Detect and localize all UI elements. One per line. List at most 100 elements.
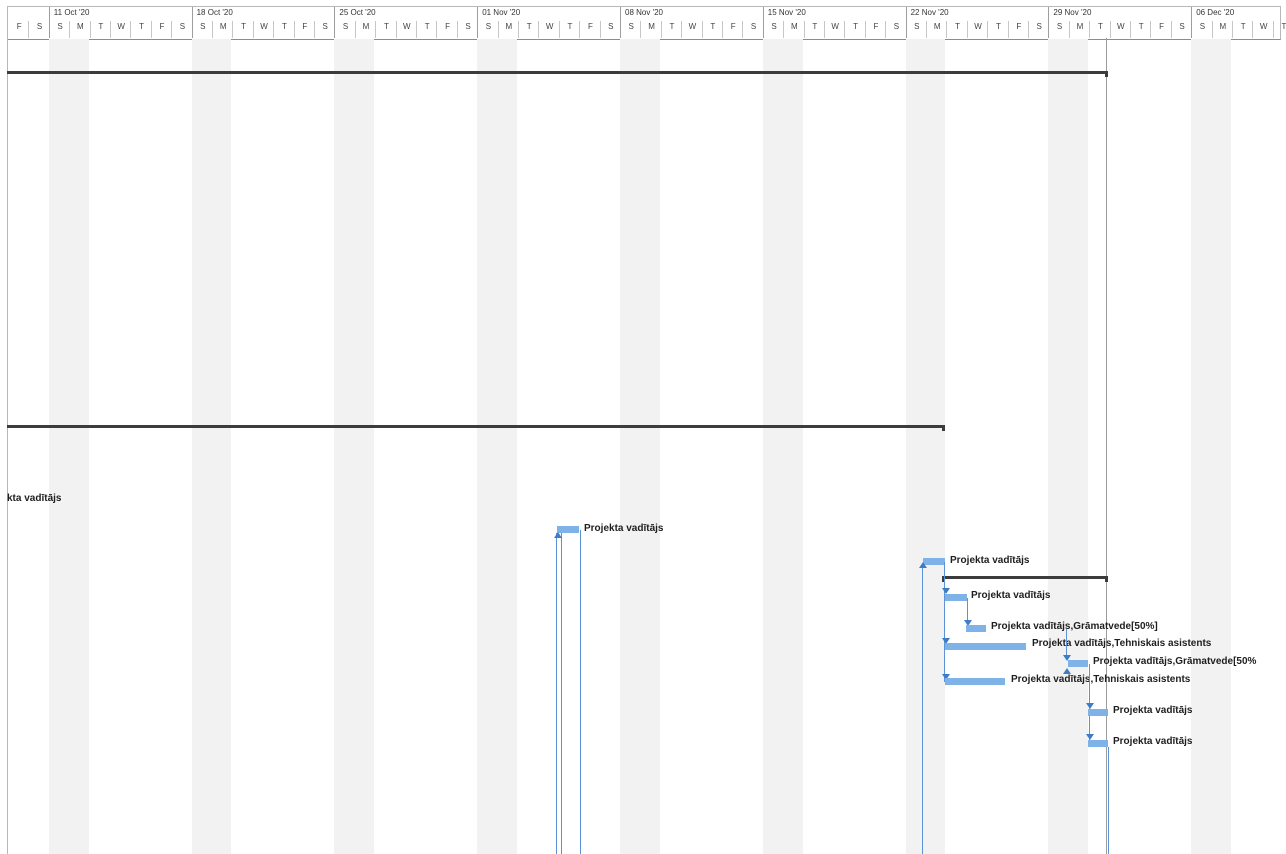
task-bar[interactable] (1068, 660, 1088, 667)
task-bar[interactable] (966, 625, 986, 632)
day-label: T (98, 22, 104, 31)
link-line (561, 533, 562, 854)
day-divider (212, 21, 213, 38)
weekend-band (477, 39, 517, 854)
status-date-line (1106, 38, 1107, 854)
day-divider (803, 21, 805, 38)
day-divider (558, 21, 560, 38)
day-divider (1232, 21, 1233, 38)
day-divider (742, 21, 744, 38)
task-bar[interactable] (945, 678, 1005, 685)
day-label: F (445, 22, 451, 31)
summary-bar[interactable] (7, 71, 1107, 74)
week-divider (477, 7, 479, 38)
day-divider (538, 21, 540, 38)
link-arrow-icon (554, 532, 562, 538)
day-label: S (1056, 22, 1063, 31)
weekend-band (905, 39, 946, 854)
day-divider (966, 21, 968, 38)
gantt-chart: FSSMTWTFSSMTWTFSSMTWTFSSMTWTFSSMTWTFSSMT… (0, 0, 1286, 854)
day-divider (1109, 21, 1111, 38)
day-divider (1150, 21, 1152, 38)
day-divider (110, 21, 111, 38)
day-label: W (545, 22, 554, 31)
day-label: S (914, 22, 920, 31)
day-label: S (1179, 22, 1185, 31)
summary-bar[interactable] (7, 425, 945, 428)
day-divider (171, 21, 173, 38)
day-divider (28, 21, 30, 38)
day-label: T (710, 22, 716, 31)
day-label: W (403, 22, 411, 31)
day-divider (722, 21, 723, 38)
day-label: T (281, 22, 287, 31)
day-divider (314, 21, 315, 38)
day-label: F (1159, 22, 1165, 31)
day-label: T (812, 22, 818, 31)
task-bar[interactable] (945, 643, 1026, 650)
week-label: 15 Nov '20 (767, 8, 806, 17)
day-label: W (831, 22, 839, 31)
task-bar[interactable] (1088, 709, 1108, 716)
day-divider (273, 21, 275, 38)
task-bar[interactable] (1088, 740, 1108, 747)
resource-label: Projekta vadītājs (584, 523, 664, 534)
day-label: T (995, 22, 1001, 31)
day-label: S (179, 22, 186, 31)
week-divider (905, 7, 907, 38)
day-divider (1272, 21, 1274, 38)
day-label: W (260, 22, 268, 31)
week-divider (620, 7, 621, 38)
day-label: F (302, 22, 308, 31)
day-label: S (893, 22, 900, 31)
day-divider (1130, 21, 1131, 38)
task-bar[interactable] (945, 594, 967, 601)
link-line (944, 562, 945, 682)
resource-label: Projekta vadītājs (971, 590, 1051, 601)
day-divider (395, 21, 397, 38)
week-label: 08 Nov '20 (625, 8, 663, 17)
summary-bar[interactable] (942, 576, 1107, 579)
week-label: 11 Oct '20 (53, 8, 90, 17)
day-label: T (241, 22, 247, 31)
day-label: W (117, 22, 125, 31)
day-label: W (1259, 22, 1268, 31)
day-label: S (200, 22, 206, 31)
day-divider (681, 21, 683, 38)
day-divider (1252, 21, 1254, 38)
day-divider (987, 21, 989, 38)
weekend-band (620, 39, 660, 854)
day-divider (375, 21, 377, 38)
day-label: T (383, 22, 389, 31)
week-label: 25 Oct '20 (339, 8, 376, 17)
week-label: 18 Oct '20 (196, 8, 233, 17)
day-divider (844, 21, 846, 38)
day-label: T (424, 22, 430, 31)
day-divider (89, 21, 91, 38)
day-divider (864, 21, 866, 38)
weekend-band (334, 39, 375, 854)
day-label: T (669, 22, 675, 31)
day-divider (1170, 21, 1172, 38)
day-label: S (1199, 22, 1206, 31)
day-label: S (322, 22, 328, 31)
day-divider (701, 21, 703, 38)
day-label: M (77, 22, 84, 31)
day-label: M (1076, 22, 1084, 31)
week-label: 06 Dec '20 (1196, 8, 1235, 17)
day-divider (436, 21, 438, 38)
day-label: W (688, 22, 697, 31)
day-label: M (1219, 22, 1227, 31)
day-label: T (1097, 22, 1103, 31)
resource-label: Projekta vadītājs,Grāmatvede[50%] (991, 621, 1158, 632)
link-arrow-icon (942, 588, 950, 594)
day-divider (518, 21, 519, 38)
weekend-band (762, 39, 803, 854)
day-label: T (1138, 22, 1144, 31)
link-arrow-icon (919, 562, 927, 568)
day-divider (252, 21, 254, 38)
day-divider (130, 21, 132, 38)
day-label: S (628, 22, 634, 31)
resource-label: Projekta vadītājs (1113, 736, 1193, 747)
resource-label: Projekta vadītājs,Tehniskais asistents (1011, 674, 1191, 685)
